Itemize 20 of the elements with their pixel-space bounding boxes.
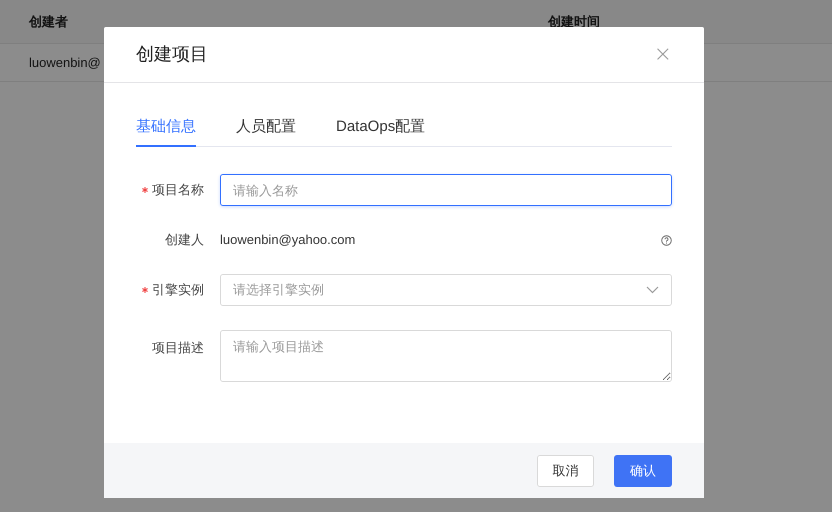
tab[interactable]: DataOps配置 [336, 109, 426, 147]
cancel-button[interactable]: 取消 [537, 454, 594, 486]
confirm-button[interactable]: 确认 [614, 454, 672, 486]
table-cell-text: luowenbin@ [29, 54, 101, 72]
description-field[interactable]: 请输入项目描述 [220, 330, 672, 382]
field-label: 项目名称 [152, 181, 204, 200]
column-header: 创建者 [29, 12, 68, 31]
creator-value: luowenbin@yahoo.com [220, 231, 356, 250]
engine-select[interactable]: 请选择引擎实例 [220, 274, 672, 306]
field-label: 创建人 [165, 231, 204, 250]
help-icon[interactable] [661, 234, 672, 246]
field-label: 引擎实例 [152, 281, 204, 300]
tab[interactable]: 基础信息 [136, 109, 196, 147]
tab[interactable]: 人员配置 [236, 109, 296, 147]
close-button[interactable]: × [654, 44, 672, 66]
name-input-field[interactable]: 请输入名称 [220, 174, 672, 206]
dialog-title: 创建项目 [136, 43, 208, 66]
field-label: 项目描述 [152, 339, 204, 357]
chevron-down-icon [646, 286, 659, 294]
select-placeholder: 请选择引擎实例 [233, 281, 324, 300]
